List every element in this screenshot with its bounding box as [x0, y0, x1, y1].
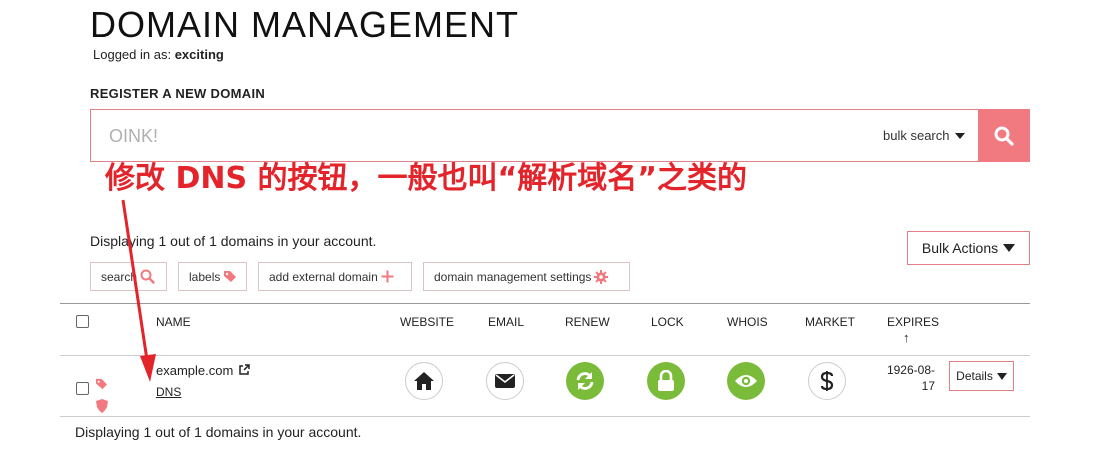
header-expires[interactable]: EXPIRES: [887, 315, 939, 329]
table-top-divider: [60, 303, 1030, 304]
header-lock: LOCK: [651, 315, 684, 329]
caret-down-icon: [996, 372, 1007, 380]
domain-name-link[interactable]: example.com: [156, 363, 250, 378]
caret-down-icon: [1003, 244, 1016, 252]
tag-icon[interactable]: [95, 377, 108, 395]
bulk-actions-label: Bulk Actions: [921, 240, 999, 256]
login-status: Logged in as: exciting: [93, 47, 224, 62]
refresh-icon: [576, 372, 594, 390]
expiry-date-line2: 17: [921, 379, 935, 393]
domain-name: example.com: [156, 363, 234, 378]
header-email: EMAIL: [488, 315, 525, 329]
logged-in-label: Logged in as:: [93, 47, 172, 62]
whois-button[interactable]: [727, 362, 765, 400]
select-all-checkbox[interactable]: [76, 315, 89, 328]
labels-button[interactable]: labels: [178, 262, 247, 291]
settings-label: domain management settings: [434, 269, 592, 284]
header-whois: WHOIS: [727, 315, 768, 329]
lock-button[interactable]: [647, 362, 685, 400]
domain-count-bottom: Displaying 1 out of 1 domains in your ac…: [75, 424, 362, 440]
eye-icon: [735, 375, 757, 387]
search-icon: [994, 126, 1014, 146]
annotation-text: 修改 DNS 的按钮，一般也叫“解析域名”之类的: [105, 161, 747, 196]
register-heading: REGISTER A NEW DOMAIN: [90, 86, 266, 101]
tag-icon: [223, 270, 237, 283]
search-filter-label: search: [101, 269, 138, 284]
add-external-domain-button[interactable]: add external domain: [258, 262, 412, 291]
bulk-search-dropdown[interactable]: bulk search: [883, 128, 966, 143]
expiry-date: 1926-08- 17: [878, 362, 935, 394]
gear-icon: [594, 269, 609, 284]
expiry-date-line1: 1926-08-: [886, 363, 935, 377]
details-label: Details: [956, 369, 993, 383]
magnifier-icon: [140, 269, 155, 284]
search-filter-button[interactable]: search: [90, 262, 167, 291]
search-button[interactable]: [978, 109, 1030, 162]
labels-label: labels: [189, 269, 221, 284]
bulk-actions-button[interactable]: Bulk Actions: [907, 231, 1030, 265]
market-button[interactable]: [808, 362, 846, 400]
domain-count-top: Displaying 1 out of 1 domains in your ac…: [90, 233, 377, 249]
domain-settings-button[interactable]: domain management settings: [423, 262, 630, 291]
bulk-search-label: bulk search: [883, 128, 950, 143]
renew-button[interactable]: [566, 362, 604, 400]
caret-down-icon: [955, 133, 966, 139]
header-market: MARKET: [805, 315, 856, 329]
home-icon: [414, 372, 434, 390]
header-website: WEBSITE: [400, 315, 455, 329]
plus-icon: [381, 270, 394, 283]
lock-icon: [658, 370, 674, 391]
external-link-icon: [239, 364, 250, 375]
dollar-icon: [820, 371, 834, 391]
dns-link[interactable]: DNS: [156, 385, 181, 399]
username: exciting: [174, 47, 224, 62]
header-renew: RENEW: [565, 315, 610, 329]
sort-ascending-icon: ↑: [903, 330, 910, 345]
add-external-label: add external domain: [269, 269, 378, 284]
email-button[interactable]: [486, 362, 524, 400]
header-name[interactable]: NAME: [156, 315, 191, 329]
row-checkbox[interactable]: [76, 382, 89, 395]
envelope-icon: [495, 374, 515, 388]
details-button[interactable]: Details: [949, 361, 1014, 391]
table-bottom-divider: [60, 416, 1030, 417]
website-button[interactable]: [405, 362, 443, 400]
table-header-divider: [60, 355, 1030, 356]
page-title: DOMAIN MANAGEMENT: [90, 4, 520, 45]
